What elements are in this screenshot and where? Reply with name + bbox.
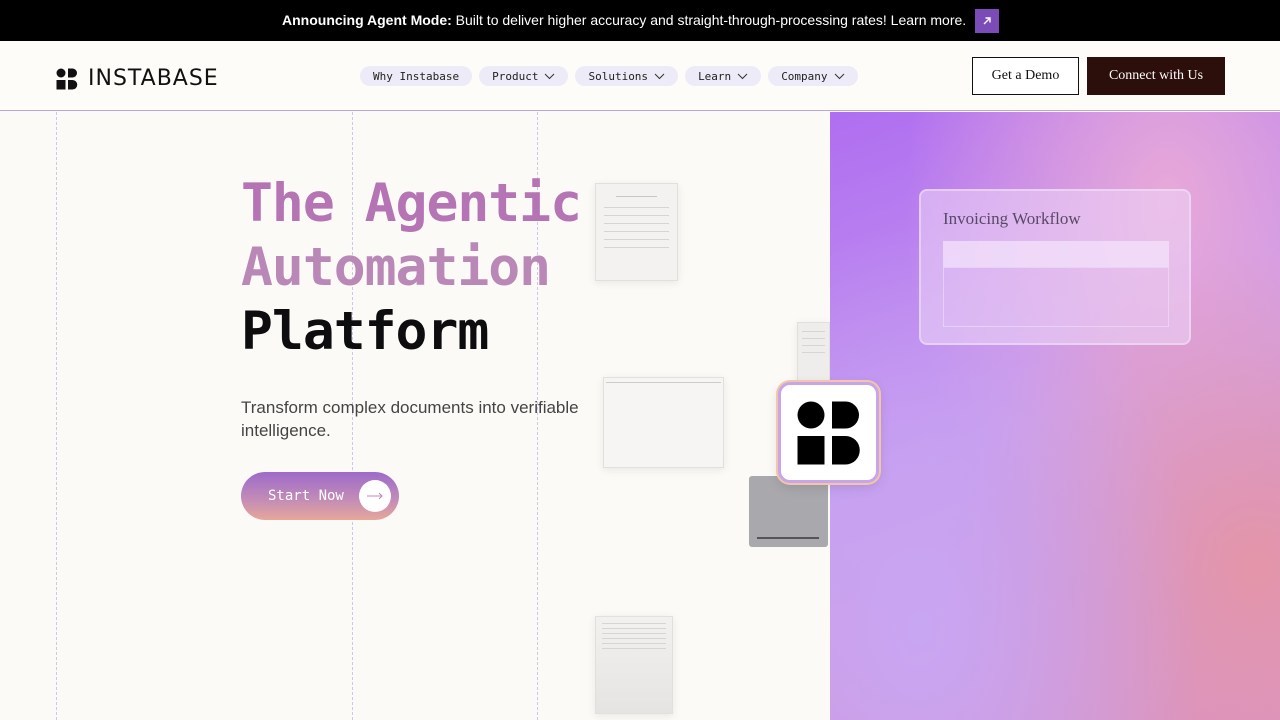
arrow-right-icon <box>359 480 391 512</box>
logo-mark-icon <box>797 401 860 464</box>
nav-item-product[interactable]: Product <box>479 66 569 86</box>
document-illustration <box>595 616 673 714</box>
announcement-text[interactable]: Announcing Agent Mode: Built to deliver … <box>282 12 966 28</box>
instabase-app-icon <box>778 382 879 483</box>
nav-item-label: Product <box>492 69 539 83</box>
nav-item-label: Learn <box>698 69 732 83</box>
nav-item-label: Company <box>781 69 828 83</box>
chevron-down-icon <box>654 73 665 80</box>
chevron-down-icon <box>737 73 748 80</box>
workflow-card-row <box>943 241 1169 267</box>
hero-title-line: The Agentic <box>241 173 582 234</box>
guide-line <box>56 112 57 720</box>
announcement-bar: Announcing Agent Mode: Built to deliver … <box>0 0 1280 41</box>
announcement-bold: Announcing Agent Mode: <box>282 12 452 28</box>
nav-item-learn[interactable]: Learn <box>685 66 762 86</box>
announcement-body: Built to deliver higher accuracy and str… <box>451 12 967 28</box>
brand-logo[interactable]: INSTABASE <box>56 66 219 91</box>
connect-button[interactable]: Connect with Us <box>1087 57 1225 95</box>
brand-name: INSTABASE <box>88 66 219 91</box>
hero-visual-panel: Invoicing Workflow <box>830 112 1280 720</box>
nav-item-label: Why Instabase <box>373 69 460 83</box>
workflow-card-body <box>943 267 1169 327</box>
main-nav: Why Instabase Product Solutions Learn Co… <box>360 66 858 86</box>
hero-title-line: Automation <box>241 237 551 298</box>
document-illustration <box>595 183 678 281</box>
start-now-button[interactable]: Start Now <box>241 472 399 520</box>
get-demo-button[interactable]: Get a Demo <box>972 57 1079 95</box>
nav-item-solutions[interactable]: Solutions <box>575 66 679 86</box>
site-header: INSTABASE Why Instabase Product Solution… <box>0 41 1280 111</box>
chevron-down-icon <box>834 73 845 80</box>
window-illustration <box>603 377 724 468</box>
hero-title: The Agentic Automation Platform <box>241 172 582 364</box>
laptop-illustration <box>749 476 828 547</box>
nav-item-company[interactable]: Company <box>768 66 858 86</box>
arrow-up-right-icon[interactable] <box>975 9 999 33</box>
start-now-label: Start Now <box>268 488 344 504</box>
hero-title-line: Platform <box>241 301 489 362</box>
workflow-card: Invoicing Workflow <box>919 189 1191 345</box>
laptop-bar <box>757 537 819 539</box>
hero-subtitle: Transform complex documents into verifia… <box>241 398 579 440</box>
chevron-down-icon <box>544 73 555 80</box>
logo-mark-icon <box>56 68 78 89</box>
workflow-card-title: Invoicing Workflow <box>943 209 1081 228</box>
document-illustration <box>797 322 830 384</box>
nav-item-why-instabase[interactable]: Why Instabase <box>360 66 473 86</box>
nav-item-label: Solutions <box>588 69 649 83</box>
